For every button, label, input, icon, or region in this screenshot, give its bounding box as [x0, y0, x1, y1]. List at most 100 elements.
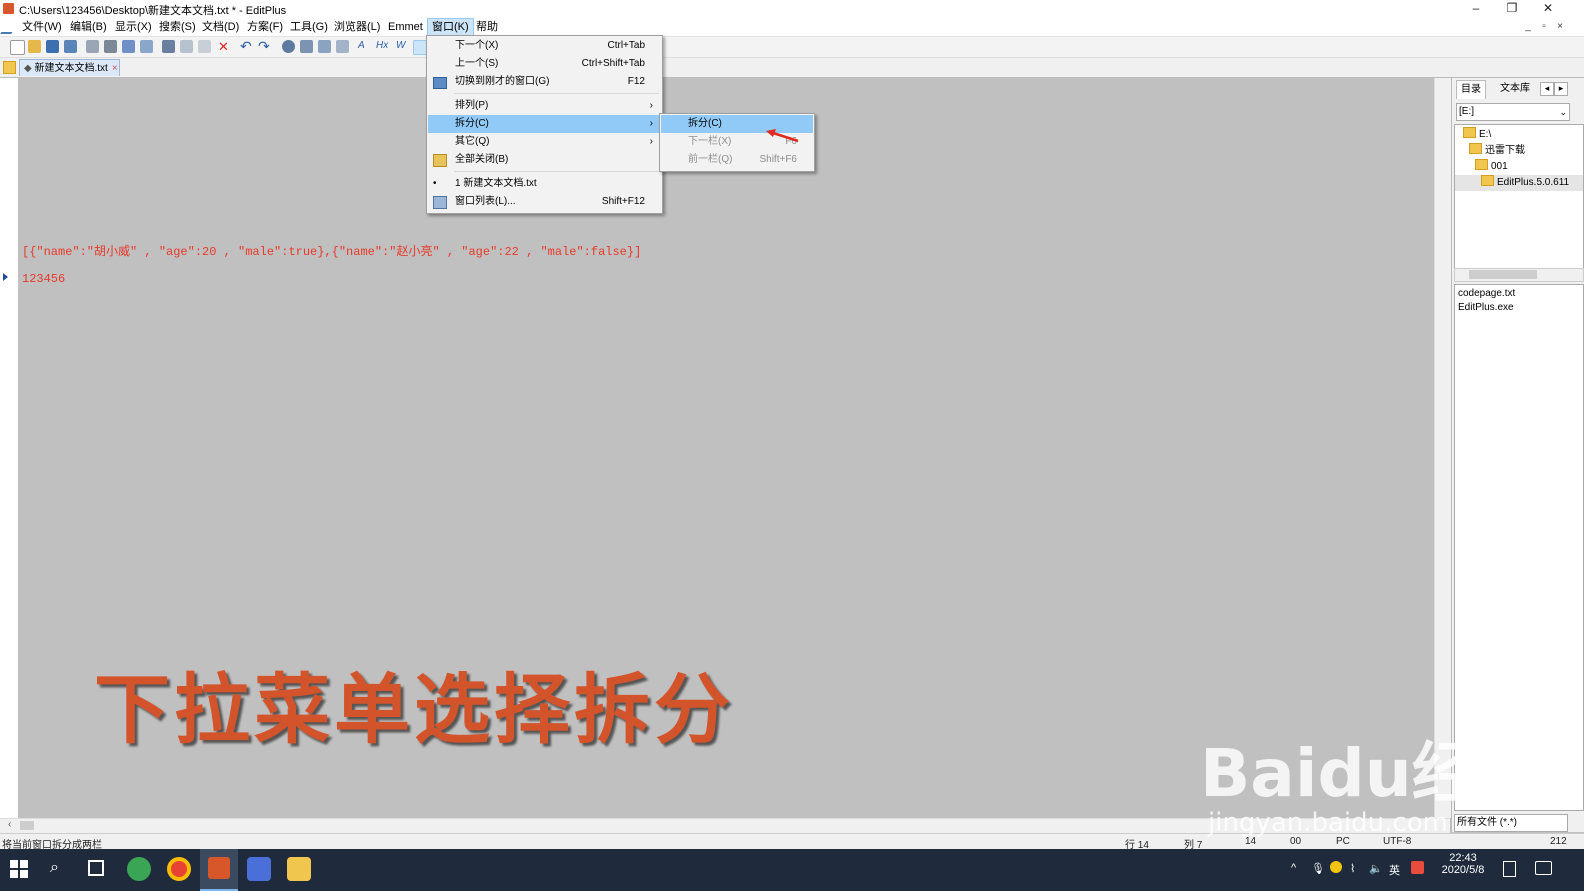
chrome-icon[interactable]	[167, 857, 191, 881]
new-file-icon[interactable]	[10, 40, 25, 55]
tree-item[interactable]: 迅雷下载	[1455, 143, 1583, 159]
menu-item-open-document[interactable]: • 1 新建文本文档.txt	[428, 175, 661, 193]
panel-next-arrow-icon[interactable]: ▸	[1554, 82, 1568, 96]
file-item[interactable]: EditPlus.exe	[1455, 301, 1583, 315]
notes-icon[interactable]	[1503, 861, 1516, 877]
redo-icon[interactable]: ↷	[258, 38, 270, 55]
scroll-thumb[interactable]	[1469, 270, 1537, 279]
notification-icon[interactable]	[1535, 861, 1552, 875]
switch-window-icon	[433, 77, 447, 89]
menu-item-next[interactable]: 下一个(X) Ctrl+Tab	[428, 37, 661, 55]
find-in-files-icon[interactable]	[318, 40, 331, 53]
clock-date: 2020/5/8	[1441, 864, 1485, 876]
mdi-close-button[interactable]: ×	[1554, 21, 1566, 33]
app-icon[interactable]	[247, 857, 271, 881]
paste-icon[interactable]	[198, 40, 211, 53]
menu-browser[interactable]: 浏览器(L)	[330, 18, 384, 36]
menu-file[interactable]: 文件(W)	[18, 18, 66, 36]
find-icon[interactable]	[282, 40, 295, 53]
volume-icon[interactable]: 🔈	[1369, 862, 1383, 875]
scroll-thumb[interactable]	[20, 821, 34, 830]
clock[interactable]: 22:43 2020/5/8	[1440, 852, 1486, 876]
search-icon[interactable]: ⌕	[50, 859, 59, 877]
menu-item-label: 前一栏(Q)	[688, 154, 733, 165]
menu-item-window-list[interactable]: 窗口列表(L)... Shift+F12	[428, 193, 661, 211]
menu-item-other[interactable]: 其它(Q) ›	[428, 133, 661, 151]
close-button[interactable]: ✕	[1530, 0, 1566, 18]
tree-horizontal-scrollbar[interactable]	[1454, 268, 1584, 282]
menu-window[interactable]: 窗口(K)	[427, 18, 474, 36]
chevron-right-icon: ›	[649, 136, 653, 147]
copy-icon[interactable]	[180, 40, 193, 53]
tab-cliptext[interactable]: 文本库	[1496, 80, 1534, 98]
goto-line-icon[interactable]	[336, 40, 349, 53]
menu-search[interactable]: 搜索(S)	[155, 18, 200, 36]
editplus-taskbar-button[interactable]	[200, 849, 238, 891]
tree-item-selected[interactable]: EditPlus.5.0.611	[1455, 175, 1583, 191]
font-icon[interactable]: A	[358, 40, 365, 51]
tree-item[interactable]: 001	[1455, 159, 1583, 175]
delete-icon[interactable]: ✕	[218, 39, 229, 55]
replace-icon[interactable]	[300, 40, 313, 53]
folder-icon[interactable]	[3, 61, 16, 74]
print-preview-icon[interactable]	[86, 40, 99, 53]
word-wrap-icon[interactable]: W	[396, 40, 405, 51]
windows-start-icon[interactable]	[10, 860, 28, 878]
folder-tree: E:\ 迅雷下载 001 EditPlus.5.0.611	[1454, 124, 1584, 269]
menu-tools[interactable]: 工具(G)	[286, 18, 332, 36]
file-filter-select[interactable]: 所有文件 (*.*)	[1454, 814, 1568, 832]
scroll-left-arrow-icon[interactable]: ‹	[8, 819, 11, 830]
mdi-restore-button[interactable]: ▫	[1538, 21, 1550, 33]
microphone-icon[interactable]: 🎙	[1311, 862, 1325, 875]
folder-icon	[1469, 143, 1482, 154]
save-all-icon[interactable]	[64, 40, 77, 53]
chevron-up-icon[interactable]: ^	[1291, 862, 1296, 874]
submenu-item-prev-pane[interactable]: 前一栏(Q) Shift+F6	[661, 151, 813, 169]
editplus-icon	[208, 857, 230, 879]
menu-item-switch-last[interactable]: 切换到刚才的窗口(G) F12	[428, 73, 661, 91]
tab-close-icon[interactable]: ×	[112, 63, 118, 74]
menu-emmet[interactable]: Emmet	[384, 18, 427, 36]
editor-vertical-scrollbar[interactable]	[1434, 78, 1451, 818]
menu-item-previous[interactable]: 上一个(S) Ctrl+Shift+Tab	[428, 55, 661, 73]
browser-icon[interactable]	[140, 40, 153, 53]
save-icon[interactable]	[46, 40, 59, 53]
editplus-app-icon	[3, 3, 14, 14]
menu-edit[interactable]: 编辑(B)	[66, 18, 111, 36]
menu-item-label: 窗口列表(L)...	[455, 196, 516, 207]
clock-time: 22:43	[1449, 852, 1477, 864]
menu-item-label: 下一栏(X)	[688, 136, 732, 147]
hex-icon[interactable]: Hx	[376, 40, 388, 51]
tab-directory[interactable]: 目录	[1456, 80, 1486, 99]
file-explorer-icon[interactable]	[287, 857, 311, 881]
minimize-button[interactable]: –	[1458, 0, 1494, 18]
spellcheck-icon[interactable]	[122, 40, 135, 53]
menu-project[interactable]: 方案(F)	[243, 18, 287, 36]
tree-item-label: 迅雷下载	[1485, 145, 1525, 156]
sogou-icon[interactable]	[1411, 861, 1424, 874]
menu-help[interactable]: 帮助	[472, 18, 502, 36]
document-tab[interactable]: ◆ 新建文本文档.txt ×	[19, 59, 120, 76]
task-view-icon[interactable]	[88, 860, 104, 876]
wifi-icon[interactable]: ⌇	[1350, 862, 1355, 875]
tree-item[interactable]: E:\	[1455, 127, 1583, 143]
tray-app-icon[interactable]	[1330, 861, 1342, 873]
drive-select[interactable]: [E:] ⌄	[1456, 103, 1570, 121]
panel-prev-arrow-icon[interactable]: ◂	[1540, 82, 1554, 96]
ime-indicator[interactable]: 英	[1389, 862, 1400, 878]
browser-360-icon[interactable]	[127, 857, 151, 881]
restore-button[interactable]: ❐	[1494, 0, 1530, 18]
print-icon[interactable]	[104, 40, 117, 53]
tree-item-label: EditPlus.5.0.611	[1497, 177, 1570, 188]
cut-icon[interactable]	[162, 40, 175, 53]
menu-item-split[interactable]: 拆分(C) ›	[428, 115, 661, 133]
file-item[interactable]: codepage.txt	[1455, 287, 1583, 301]
title-bar: C:\Users\123456\Desktop\新建文本文档.txt * - E…	[0, 0, 1584, 18]
mdi-minimize-button[interactable]: _	[1522, 21, 1534, 33]
undo-icon[interactable]: ↶	[240, 38, 252, 55]
menu-document[interactable]: 文档(D)	[198, 18, 243, 36]
menu-item-arrange[interactable]: 排列(P) ›	[428, 97, 661, 115]
menu-item-close-all[interactable]: 全部关闭(B)	[428, 151, 661, 169]
menu-view[interactable]: 显示(X)	[111, 18, 156, 36]
open-folder-icon[interactable]	[28, 40, 41, 53]
